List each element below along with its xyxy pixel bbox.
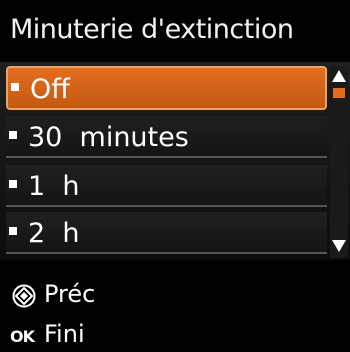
scroll-up-arrow-icon[interactable] bbox=[332, 70, 346, 82]
menu-item-label: 1 h bbox=[28, 171, 80, 202]
ok-button-icon: OK bbox=[10, 327, 35, 346]
menu-item-2-hours[interactable]: 2 h bbox=[6, 212, 327, 254]
bullet-icon bbox=[11, 83, 19, 91]
menu-item-off[interactable]: Off bbox=[6, 66, 327, 110]
scroll-thumb[interactable] bbox=[333, 88, 345, 98]
menu-item-1-hour[interactable]: 1 h bbox=[6, 165, 327, 207]
bullet-icon bbox=[9, 131, 17, 139]
title-bar: Minuterie d'extinction bbox=[0, 0, 350, 62]
scroll-down-arrow-icon[interactable] bbox=[332, 240, 346, 252]
menu-item-label: 30 minutes bbox=[28, 122, 189, 153]
stop-diamond-icon bbox=[12, 284, 36, 308]
menu-item-label: Off bbox=[30, 74, 70, 105]
bullet-icon bbox=[9, 227, 17, 235]
scrollbar[interactable] bbox=[330, 66, 348, 258]
page-title: Minuterie d'extinction bbox=[10, 14, 294, 45]
printer-lcd-screen: Minuterie d'extinction Off 30 minutes 1 … bbox=[0, 0, 350, 352]
menu-item-30-minutes[interactable]: 30 minutes bbox=[6, 116, 327, 158]
menu-item-label: 2 h bbox=[28, 218, 80, 249]
button-hints: Préc OK Fini bbox=[0, 260, 350, 352]
back-label: Préc bbox=[44, 280, 96, 308]
timer-options-list: Off 30 minutes 1 h 2 h bbox=[0, 62, 350, 260]
bullet-icon bbox=[9, 180, 17, 188]
done-label: Fini bbox=[44, 320, 85, 348]
